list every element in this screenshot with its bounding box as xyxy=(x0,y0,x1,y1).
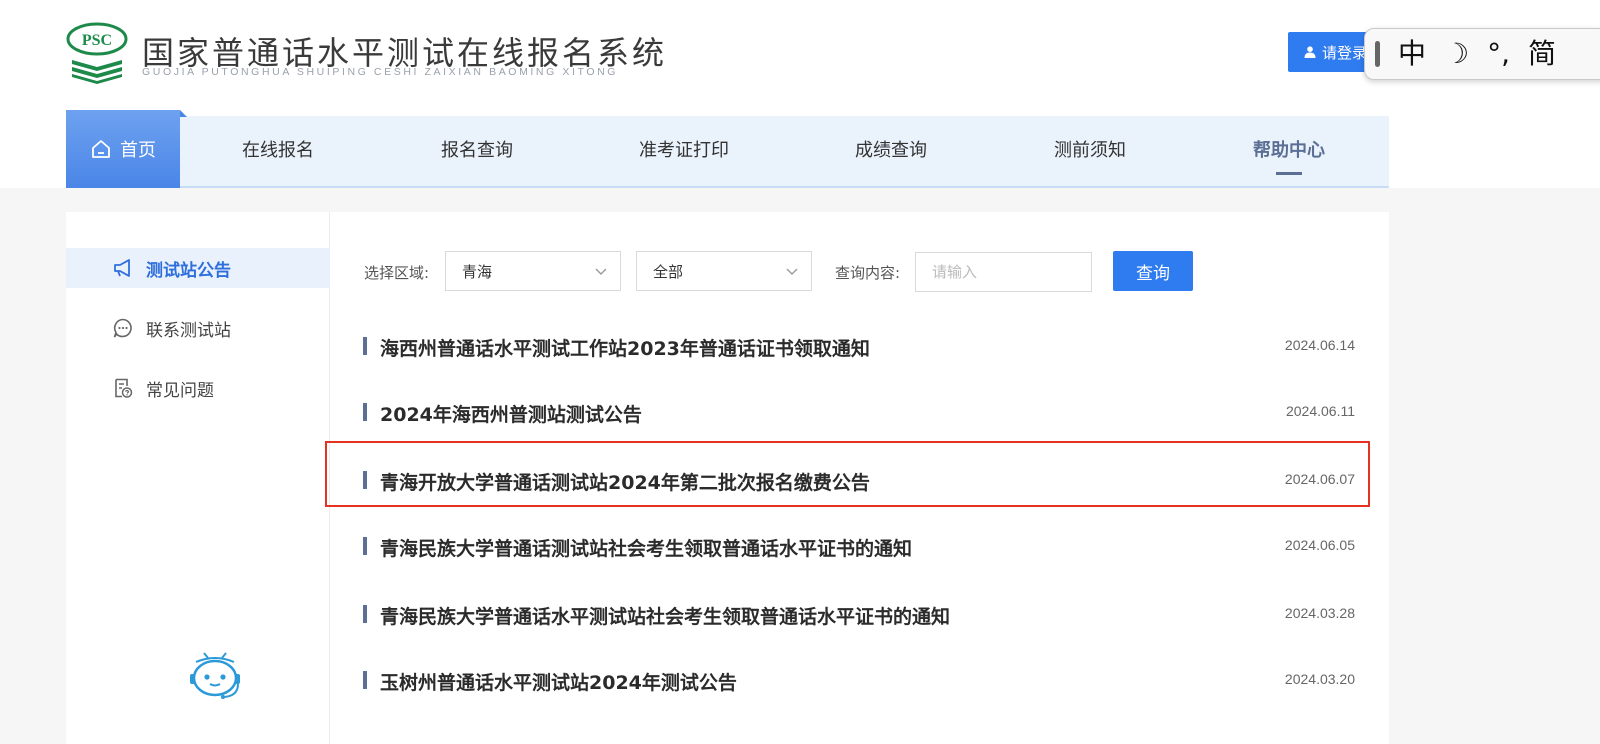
notice-title[interactable]: 2024年海西州普测站测试公告 xyxy=(380,400,642,427)
notice-row[interactable]: 青海民族大学普通话测试站社会考生领取普通话水平证书的通知 2024.06.05 xyxy=(363,528,1355,568)
ime-punctuation-toggle[interactable]: °, xyxy=(1487,40,1510,68)
notice-bullet xyxy=(363,337,367,355)
query-label: 查询内容: xyxy=(835,264,901,282)
nav-home-label: 首页 xyxy=(120,140,156,161)
notice-bullet xyxy=(363,403,367,421)
notice-bullet xyxy=(363,537,367,555)
nav-online-registration[interactable]: 在线报名 xyxy=(242,116,314,186)
sidebar-item-faq[interactable]: 常见问题 xyxy=(66,368,330,408)
notice-title[interactable]: 海西州普通话水平测试工作站2023年普通话证书领取通知 xyxy=(380,334,870,361)
sidebar-item-announcements[interactable]: 测试站公告 xyxy=(66,248,330,288)
notice-title[interactable]: 玉树州普通话水平测试站2024年测试公告 xyxy=(380,668,737,695)
highlight-annotation-box xyxy=(325,441,1370,507)
nav-score-query[interactable]: 成绩查询 xyxy=(855,116,927,186)
sidebar-item-label: 测试站公告 xyxy=(146,260,231,281)
nav-pre-test-notice[interactable]: 测前须知 xyxy=(1054,116,1126,186)
notice-row[interactable]: 青海民族大学普通话水平测试站社会考生领取普通话水平证书的通知 2024.03.2… xyxy=(363,596,1355,636)
region-select-value: 青海 xyxy=(462,262,493,281)
scope-select-value: 全部 xyxy=(653,262,684,281)
nav-help-center[interactable]: 帮助中心 xyxy=(1253,116,1325,186)
ime-moon-icon[interactable]: ☽ xyxy=(1444,40,1469,68)
scope-select[interactable]: 全部 xyxy=(636,251,812,291)
sidebar-item-contact[interactable]: 联系测试站 xyxy=(66,308,330,348)
notice-date: 2024.03.20 xyxy=(1284,671,1355,687)
megaphone-icon xyxy=(114,259,130,277)
notice-date: 2024.03.28 xyxy=(1284,605,1355,621)
query-input[interactable] xyxy=(915,252,1092,292)
notice-row[interactable]: 玉树州普通话水平测试站2024年测试公告 2024.03.20 xyxy=(363,662,1355,702)
notice-bullet xyxy=(363,605,367,623)
notice-title[interactable]: 青海民族大学普通话测试站社会考生领取普通话水平证书的通知 xyxy=(380,534,912,561)
chevron-down-icon xyxy=(595,268,607,275)
nav-registration-query[interactable]: 报名查询 xyxy=(441,116,513,186)
chat-icon xyxy=(113,318,132,338)
ime-simplified-toggle[interactable]: 简 xyxy=(1528,40,1556,68)
notice-date: 2024.06.14 xyxy=(1284,337,1355,353)
psc-logo: PSC xyxy=(66,22,128,84)
chevron-down-icon xyxy=(786,268,798,275)
region-label: 选择区域: xyxy=(364,264,430,282)
chatbot-robot-icon[interactable] xyxy=(186,652,244,702)
home-icon xyxy=(92,140,110,158)
sidebar: 测试站公告 联系测试站 常见问题 xyxy=(66,212,330,744)
notice-row[interactable]: 2024年海西州普测站测试公告 2024.06.11 xyxy=(363,394,1355,434)
notice-bullet xyxy=(363,671,367,689)
sidebar-item-label: 常见问题 xyxy=(146,380,214,401)
ime-toolbar: 中 ☽ °, 简 xyxy=(1364,28,1600,80)
sidebar-item-label: 联系测试站 xyxy=(146,320,231,341)
nav-home[interactable]: 首页 xyxy=(66,110,187,188)
login-label: 请登录 xyxy=(1322,43,1368,62)
nav-active-indicator xyxy=(1276,172,1302,175)
ime-drag-handle[interactable] xyxy=(1375,41,1380,67)
region-select[interactable]: 青海 xyxy=(445,251,621,291)
notice-row[interactable]: 海西州普通话水平测试工作站2023年普通话证书领取通知 2024.06.14 xyxy=(363,328,1355,368)
site-subtitle: GUOJIA PUTONGHUA SHUIPING CESHI ZAIXIAN … xyxy=(142,66,619,78)
document-question-icon xyxy=(115,378,133,398)
user-icon xyxy=(1304,46,1316,58)
main-nav: 首页 在线报名 报名查询 准考证打印 成绩查询 测前须知 帮助中心 xyxy=(66,110,1389,188)
notice-date: 2024.06.05 xyxy=(1284,537,1355,553)
nav-admission-ticket-print[interactable]: 准考证打印 xyxy=(639,116,729,186)
notice-title[interactable]: 青海民族大学普通话水平测试站社会考生领取普通话水平证书的通知 xyxy=(380,602,950,629)
query-button[interactable]: 查询 xyxy=(1113,251,1193,291)
ime-language-toggle[interactable]: 中 xyxy=(1398,40,1426,68)
svg-text:PSC: PSC xyxy=(82,32,112,49)
notice-date: 2024.06.11 xyxy=(1285,403,1355,419)
